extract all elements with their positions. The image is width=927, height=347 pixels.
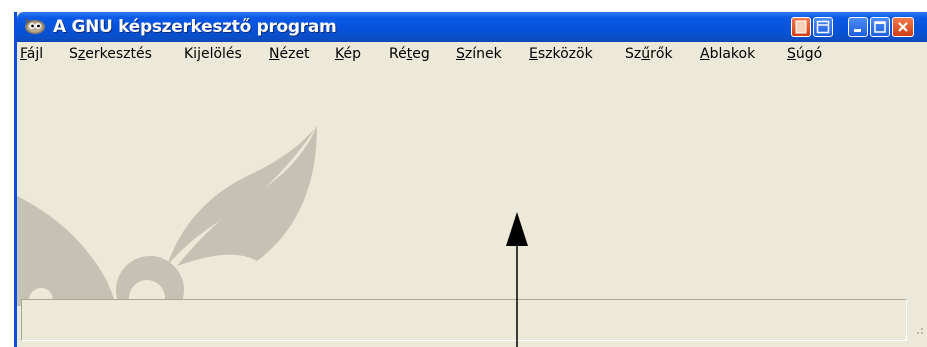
window-title: A GNU képszerkesztő program bbox=[53, 17, 337, 37]
menu-select[interactable]: Kijelölés bbox=[184, 46, 242, 62]
resize-grip-icon[interactable] bbox=[911, 322, 925, 336]
menu-file[interactable]: Fájl bbox=[20, 46, 43, 62]
status-bar bbox=[21, 299, 907, 341]
pointer-arrow-icon bbox=[506, 212, 528, 347]
menu-colors[interactable]: Színek bbox=[456, 46, 502, 62]
menu-view[interactable]: Nézet bbox=[269, 46, 310, 62]
menu-bar: Fájl Szerkesztés Kijelölés Nézet Kép Rét… bbox=[17, 42, 927, 66]
menu-help[interactable]: Súgó bbox=[787, 46, 822, 62]
menu-tools[interactable]: Eszközök bbox=[529, 46, 593, 62]
menu-image[interactable]: Kép bbox=[335, 46, 361, 62]
orange-extra-button[interactable] bbox=[791, 17, 811, 37]
minimize-icon bbox=[854, 29, 861, 32]
close-button[interactable] bbox=[892, 17, 914, 37]
restore-extra-button[interactable] bbox=[813, 17, 833, 37]
menu-windows[interactable]: Ablakok bbox=[700, 46, 755, 62]
minimize-button[interactable] bbox=[848, 17, 868, 37]
menu-edit[interactable]: Szerkesztés bbox=[69, 46, 152, 62]
restore-extra-button-icon bbox=[816, 20, 830, 34]
menu-filters[interactable]: Szűrők bbox=[625, 46, 673, 62]
close-icon bbox=[898, 22, 908, 32]
menu-layer[interactable]: Réteg bbox=[389, 46, 430, 62]
title-bar[interactable]: A GNU képszerkesztő program bbox=[17, 12, 927, 42]
maximize-icon bbox=[874, 21, 886, 33]
gimp-wilber-icon bbox=[25, 18, 45, 34]
gimp-main-window: A GNU képszerkesztő program Fájl Szerkes… bbox=[14, 12, 927, 347]
maximize-button[interactable] bbox=[870, 17, 890, 37]
orange-extra-button-icon bbox=[795, 20, 807, 34]
